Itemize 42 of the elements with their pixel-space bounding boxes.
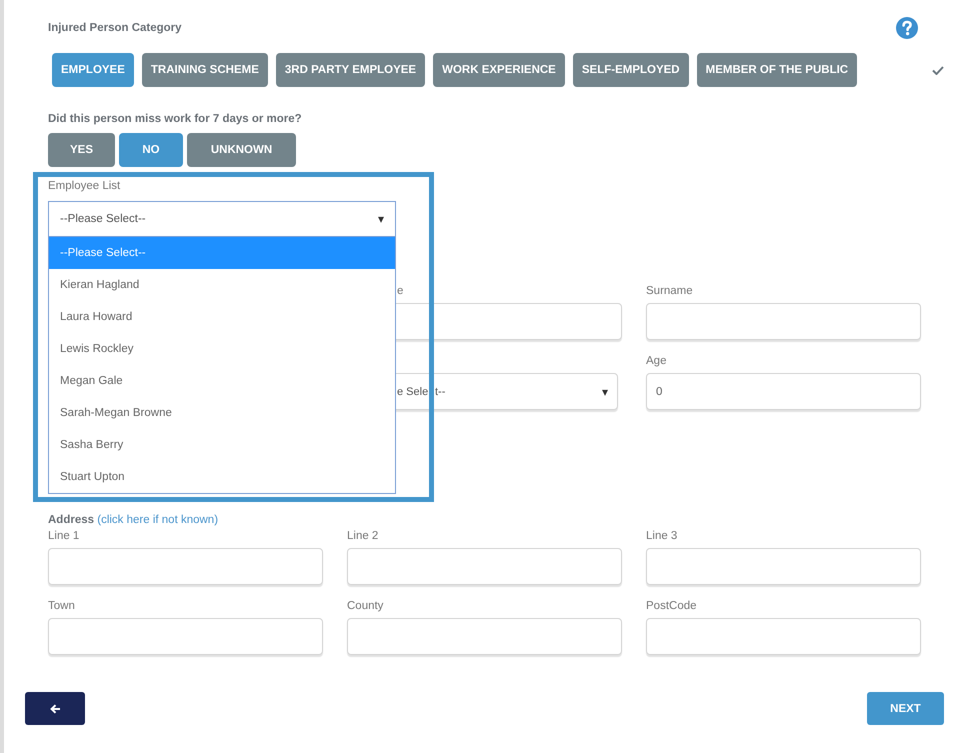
field-label: Line 1: [48, 530, 80, 542]
dropdown-option[interactable]: --Please Select--: [49, 237, 395, 269]
field-label: County: [347, 600, 384, 612]
dropdown-option[interactable]: Lewis Rockley: [49, 333, 395, 365]
category-button[interactable]: EMPLOYEE: [52, 53, 134, 87]
category-button[interactable]: TRAINING SCHEME: [142, 53, 268, 87]
category-button[interactable]: MEMBER OF THE PUBLIC: [696, 53, 858, 87]
answer-button[interactable]: UNKNOWN: [187, 133, 296, 167]
back-button[interactable]: [25, 692, 85, 725]
field-label: Employee List: [48, 180, 122, 194]
address-label: Address (click here if not known): [48, 514, 218, 526]
answer-button[interactable]: YES: [48, 133, 115, 167]
field-label: Line 2: [347, 530, 378, 542]
category-button[interactable]: WORK EXPERIENCE: [433, 53, 565, 87]
input-field[interactable]: [48, 548, 323, 585]
field-label: Age: [646, 355, 666, 367]
input-field[interactable]: 0: [646, 373, 921, 410]
input-field[interactable]: [646, 618, 921, 655]
dropdown-option[interactable]: Stuart Upton: [49, 461, 395, 493]
question-label: Did this person miss work for 7 days or more?: [47, 112, 303, 127]
category-button[interactable]: SELF-EMPLOYED: [572, 53, 689, 87]
dropdown-option[interactable]: Laura Howard: [49, 301, 395, 333]
next-button[interactable]: NEXT: [867, 692, 944, 725]
field-label: Line 3: [646, 530, 678, 542]
input-field[interactable]: [646, 303, 921, 340]
answer-button[interactable]: NO: [119, 133, 183, 167]
category-button[interactable]: 3RD PARTY EMPLOYEE: [276, 53, 426, 87]
select-field[interactable]: --Please Select-- ▾: [48, 201, 396, 237]
dropdown-option[interactable]: Kieran Hagland: [49, 269, 395, 301]
field-label: Town: [48, 600, 75, 612]
field-label: e: [397, 285, 404, 297]
input-field[interactable]: [347, 548, 622, 585]
input-field[interactable]: [646, 548, 921, 585]
arrow-left-icon: [50, 704, 60, 714]
unknown-address-link[interactable]: (click here if not known): [97, 514, 218, 526]
section-title: Injured Person Category: [48, 22, 182, 34]
dropdown-option[interactable]: Sasha Berry: [49, 429, 395, 461]
help-icon[interactable]: [896, 17, 918, 39]
field-label: Surname: [646, 285, 693, 297]
field-label: PostCode: [646, 600, 697, 612]
input-field[interactable]: [347, 618, 622, 655]
input-field[interactable]: [48, 618, 323, 655]
